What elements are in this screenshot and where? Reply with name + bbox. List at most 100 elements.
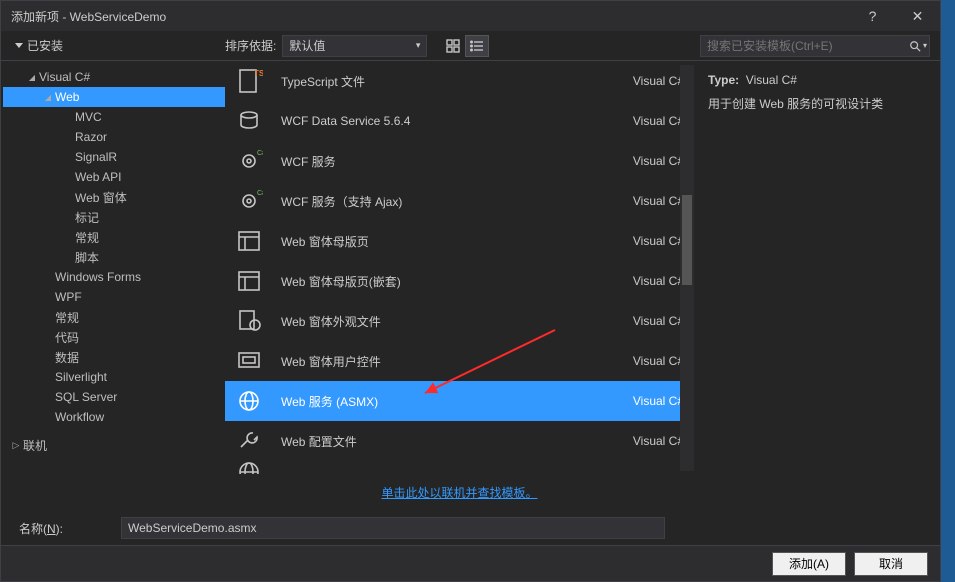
scrollbar[interactable] — [680, 65, 694, 471]
tree-item-label: 代码 — [55, 329, 79, 346]
dialog-buttons: 添加(A) 取消 — [1, 545, 940, 581]
template-name: Web 窗体用户控件 — [281, 353, 604, 370]
gear-cs-icon: C# — [235, 147, 263, 175]
tree-item-label: Silverlight — [55, 370, 107, 384]
caret-icon: ◢ — [25, 73, 39, 82]
globe-icon — [235, 387, 263, 415]
tree-item[interactable]: 代码 — [3, 327, 225, 347]
tree-item-label: Workflow — [55, 410, 104, 424]
template-name: Web 窗体母版页(嵌套) — [281, 273, 604, 290]
close-button[interactable]: ✕ — [895, 1, 940, 31]
template-row[interactable]: Web 服务 (ASMX)Visual C# — [225, 381, 694, 421]
tree-online[interactable]: ▷联机 — [3, 435, 225, 455]
template-row[interactable]: C# WCF 服务Visual C# — [225, 141, 694, 181]
template-name: WCF 服务 — [281, 153, 604, 170]
tree-item[interactable]: Workflow — [3, 407, 225, 427]
tree-item-label: MVC — [75, 110, 102, 124]
template-row[interactable]: Web 窗体外观文件Visual C# — [225, 301, 694, 341]
tree-item-label: SignalR — [75, 150, 117, 164]
search-icon[interactable]: ▾ — [907, 40, 929, 52]
template-name: Web 服务 (ASMX) — [281, 393, 604, 410]
template-lang: Visual C# — [604, 394, 684, 408]
tree-item[interactable]: SQL Server — [3, 387, 225, 407]
template-row[interactable]: C#WCF 服务（支持 Ajax)Visual C# — [225, 181, 694, 221]
template-name: Web 窗体母版页 — [281, 233, 604, 250]
online-link[interactable]: 单击此处以联机并查找模板。 — [381, 486, 537, 500]
sort-label: 排序依据: — [225, 37, 276, 54]
toolbar: 已安装 排序依据: 默认值 ▾ ▾ — [1, 31, 940, 61]
gear-cs-icon: C# — [235, 187, 263, 215]
search-box[interactable]: ▾ — [700, 35, 930, 57]
name-label: 名称(N): — [19, 520, 121, 537]
template-row-partial[interactable] — [225, 461, 694, 474]
view-grid-button[interactable] — [441, 35, 465, 57]
tree-item[interactable]: Web API — [3, 167, 225, 187]
tree-item[interactable]: 常规 — [3, 307, 225, 327]
help-button[interactable]: ? — [850, 1, 895, 31]
tree-item-label: 脚本 — [75, 249, 99, 266]
wrench-icon — [235, 427, 263, 455]
template-name: Web 配置文件 — [281, 433, 604, 450]
template-name: WCF Data Service 5.6.4 — [281, 114, 604, 128]
tree-item[interactable]: 常规 — [3, 227, 225, 247]
svg-text:C#: C# — [257, 150, 263, 157]
caret-down-icon — [15, 43, 23, 48]
scrollbar-thumb[interactable] — [682, 195, 692, 285]
master-icon — [235, 267, 263, 295]
search-input[interactable] — [701, 39, 907, 53]
skin-icon — [235, 307, 263, 335]
tree-item-label: Web API — [75, 170, 121, 184]
tree-item-label: 联机 — [23, 437, 47, 454]
tree-item[interactable]: SignalR — [3, 147, 225, 167]
tree-item[interactable]: Razor — [3, 127, 225, 147]
template-row[interactable]: Web 窗体母版页(嵌套)Visual C# — [225, 261, 694, 301]
control-icon — [235, 347, 263, 375]
detail-pane: Type: Visual C# 用于创建 Web 服务的可视设计类 — [694, 61, 940, 511]
tree-item-label: Visual C# — [39, 70, 90, 84]
svg-text:TS: TS — [254, 69, 263, 78]
template-lang: Visual C# — [604, 274, 684, 288]
template-row[interactable]: Web 窗体用户控件Visual C# — [225, 341, 694, 381]
tree-item-label: Web 窗体 — [75, 189, 127, 206]
template-lang: Visual C# — [604, 74, 684, 88]
installed-label: 已安装 — [27, 37, 63, 54]
template-row[interactable]: Web 窗体母版页Visual C# — [225, 221, 694, 261]
cancel-button[interactable]: 取消 — [854, 552, 928, 576]
tree-item-label: SQL Server — [55, 390, 117, 404]
template-name: TypeScript 文件 — [281, 73, 604, 90]
name-input[interactable]: WebServiceDemo.asmx — [121, 517, 665, 539]
tree-item-label: Razor — [75, 130, 107, 144]
tree-item[interactable]: 标记 — [3, 207, 225, 227]
view-list-button[interactable] — [465, 35, 489, 57]
svg-text:C#: C# — [257, 190, 263, 197]
tree-item[interactable]: Windows Forms — [3, 267, 225, 287]
tree-item[interactable]: Silverlight — [3, 367, 225, 387]
tree-item[interactable]: WPF — [3, 287, 225, 307]
tree-item[interactable]: ◢Visual C# — [3, 67, 225, 87]
template-row[interactable]: Web 配置文件Visual C# — [225, 421, 694, 461]
template-lang: Visual C# — [604, 434, 684, 448]
tree-item-label: WPF — [55, 290, 82, 304]
tree-item[interactable]: ◢Web — [3, 87, 225, 107]
template-lang: Visual C# — [604, 154, 684, 168]
window-title: 添加新项 - WebServiceDemo — [11, 8, 850, 25]
caret-icon: ◢ — [41, 93, 55, 102]
title-bar: 添加新项 - WebServiceDemo ? ✕ — [1, 1, 940, 31]
detail-type-value: Visual C# — [746, 73, 797, 87]
installed-expander[interactable]: 已安装 — [15, 37, 225, 54]
file-ts-icon: TS — [235, 67, 263, 95]
template-lang: Visual C# — [604, 234, 684, 248]
tree-item[interactable]: MVC — [3, 107, 225, 127]
tree-item[interactable]: Web 窗体 — [3, 187, 225, 207]
template-row[interactable]: WCF Data Service 5.6.4Visual C# — [225, 101, 694, 141]
template-row[interactable]: TS TypeScript 文件Visual C# — [225, 61, 694, 101]
template-lang: Visual C# — [604, 354, 684, 368]
add-button[interactable]: 添加(A) — [772, 552, 846, 576]
category-tree[interactable]: ◢Visual C#◢WebMVCRazorSignalRWeb APIWeb … — [1, 61, 225, 511]
tree-item[interactable]: 脚本 — [3, 247, 225, 267]
tree-item-label: 数据 — [55, 349, 79, 366]
sort-dropdown[interactable]: 默认值 ▾ — [282, 35, 427, 57]
tree-item[interactable]: 数据 — [3, 347, 225, 367]
template-lang: Visual C# — [604, 114, 684, 128]
template-list[interactable]: TSTypeScript 文件Visual C#WCF Data Service… — [225, 61, 694, 474]
